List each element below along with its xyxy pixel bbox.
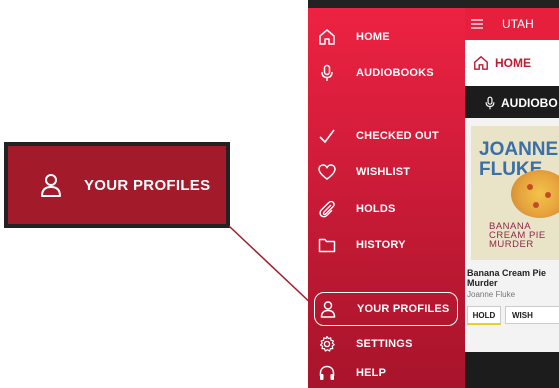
home-icon <box>318 28 336 46</box>
nav-item-audiobooks[interactable]: AUDIOBOOKS <box>308 56 465 90</box>
nav-label: WISHLIST <box>356 166 411 178</box>
book-title: Banana Cream Pie Murder <box>467 268 547 288</box>
nav-label: HOLDS <box>356 203 396 215</box>
app-toolbar: UTAH <box>465 8 559 40</box>
nav-label: HOME <box>356 31 390 43</box>
phone-screen: HOME AUDIOBOOKS CHECKED OUT WISHLIST HOL… <box>308 0 559 388</box>
user-icon <box>38 172 64 198</box>
cover-title-text: BANANA CREAM PIE MURDER <box>489 221 546 250</box>
library-title: UTAH <box>502 17 534 31</box>
nav-item-history[interactable]: HISTORY <box>308 228 465 262</box>
hold-button[interactable]: HOLD <box>467 306 501 324</box>
home-icon <box>473 55 489 71</box>
nav-label: CHECKED OUT <box>356 130 439 142</box>
pie-decoration <box>533 202 539 208</box>
pie-decoration <box>545 192 551 198</box>
headphones-icon <box>318 364 336 382</box>
home-header: HOME <box>465 40 559 86</box>
nav-item-holds[interactable]: HOLDS <box>308 192 465 226</box>
checkmark-icon <box>318 127 336 145</box>
hamburger-menu-icon[interactable] <box>470 17 484 31</box>
nav-item-help[interactable]: HELP <box>308 356 465 388</box>
audiobooks-section-header: AUDIOBO <box>465 88 559 118</box>
nav-item-wishlist[interactable]: WISHLIST <box>308 155 465 189</box>
nav-item-checked-out[interactable]: CHECKED OUT <box>308 119 465 153</box>
navigation-drawer: HOME AUDIOBOOKS CHECKED OUT WISHLIST HOL… <box>308 8 465 388</box>
paperclip-icon <box>318 200 336 218</box>
book-cover[interactable]: JOANNE FLUKE BANANA CREAM PIE MURDER <box>471 126 559 260</box>
nav-label: HISTORY <box>356 239 406 251</box>
section-label: AUDIOBO <box>501 96 558 110</box>
your-profiles-callout: YOUR PROFILES <box>4 142 230 228</box>
pie-illustration <box>511 170 559 218</box>
hold-accent-bar <box>467 323 501 325</box>
nav-label: SETTINGS <box>356 338 413 350</box>
nav-label: HELP <box>356 367 387 379</box>
pie-decoration <box>527 184 533 190</box>
book-author: Joanne Fluke <box>467 290 516 299</box>
book-card[interactable]: JOANNE FLUKE BANANA CREAM PIE MURDER Ban… <box>465 118 559 352</box>
user-icon <box>319 300 337 318</box>
microphone-icon <box>318 64 336 82</box>
nav-item-your-profiles[interactable]: YOUR PROFILES <box>314 292 458 326</box>
wishlist-button[interactable]: WISH <box>505 306 559 324</box>
callout-label: YOUR PROFILES <box>84 176 211 194</box>
nav-label: YOUR PROFILES <box>357 303 450 315</box>
nav-label: AUDIOBOOKS <box>356 67 434 79</box>
heart-icon <box>318 163 336 181</box>
microphone-icon <box>483 95 497 111</box>
folder-icon <box>318 236 336 254</box>
gear-icon <box>318 335 336 353</box>
main-content: UTAH HOME AUDIOBO JOANNE FLUKE BANANA CR… <box>465 8 559 388</box>
home-header-label: HOME <box>495 56 531 70</box>
nav-item-home[interactable]: HOME <box>308 20 465 54</box>
